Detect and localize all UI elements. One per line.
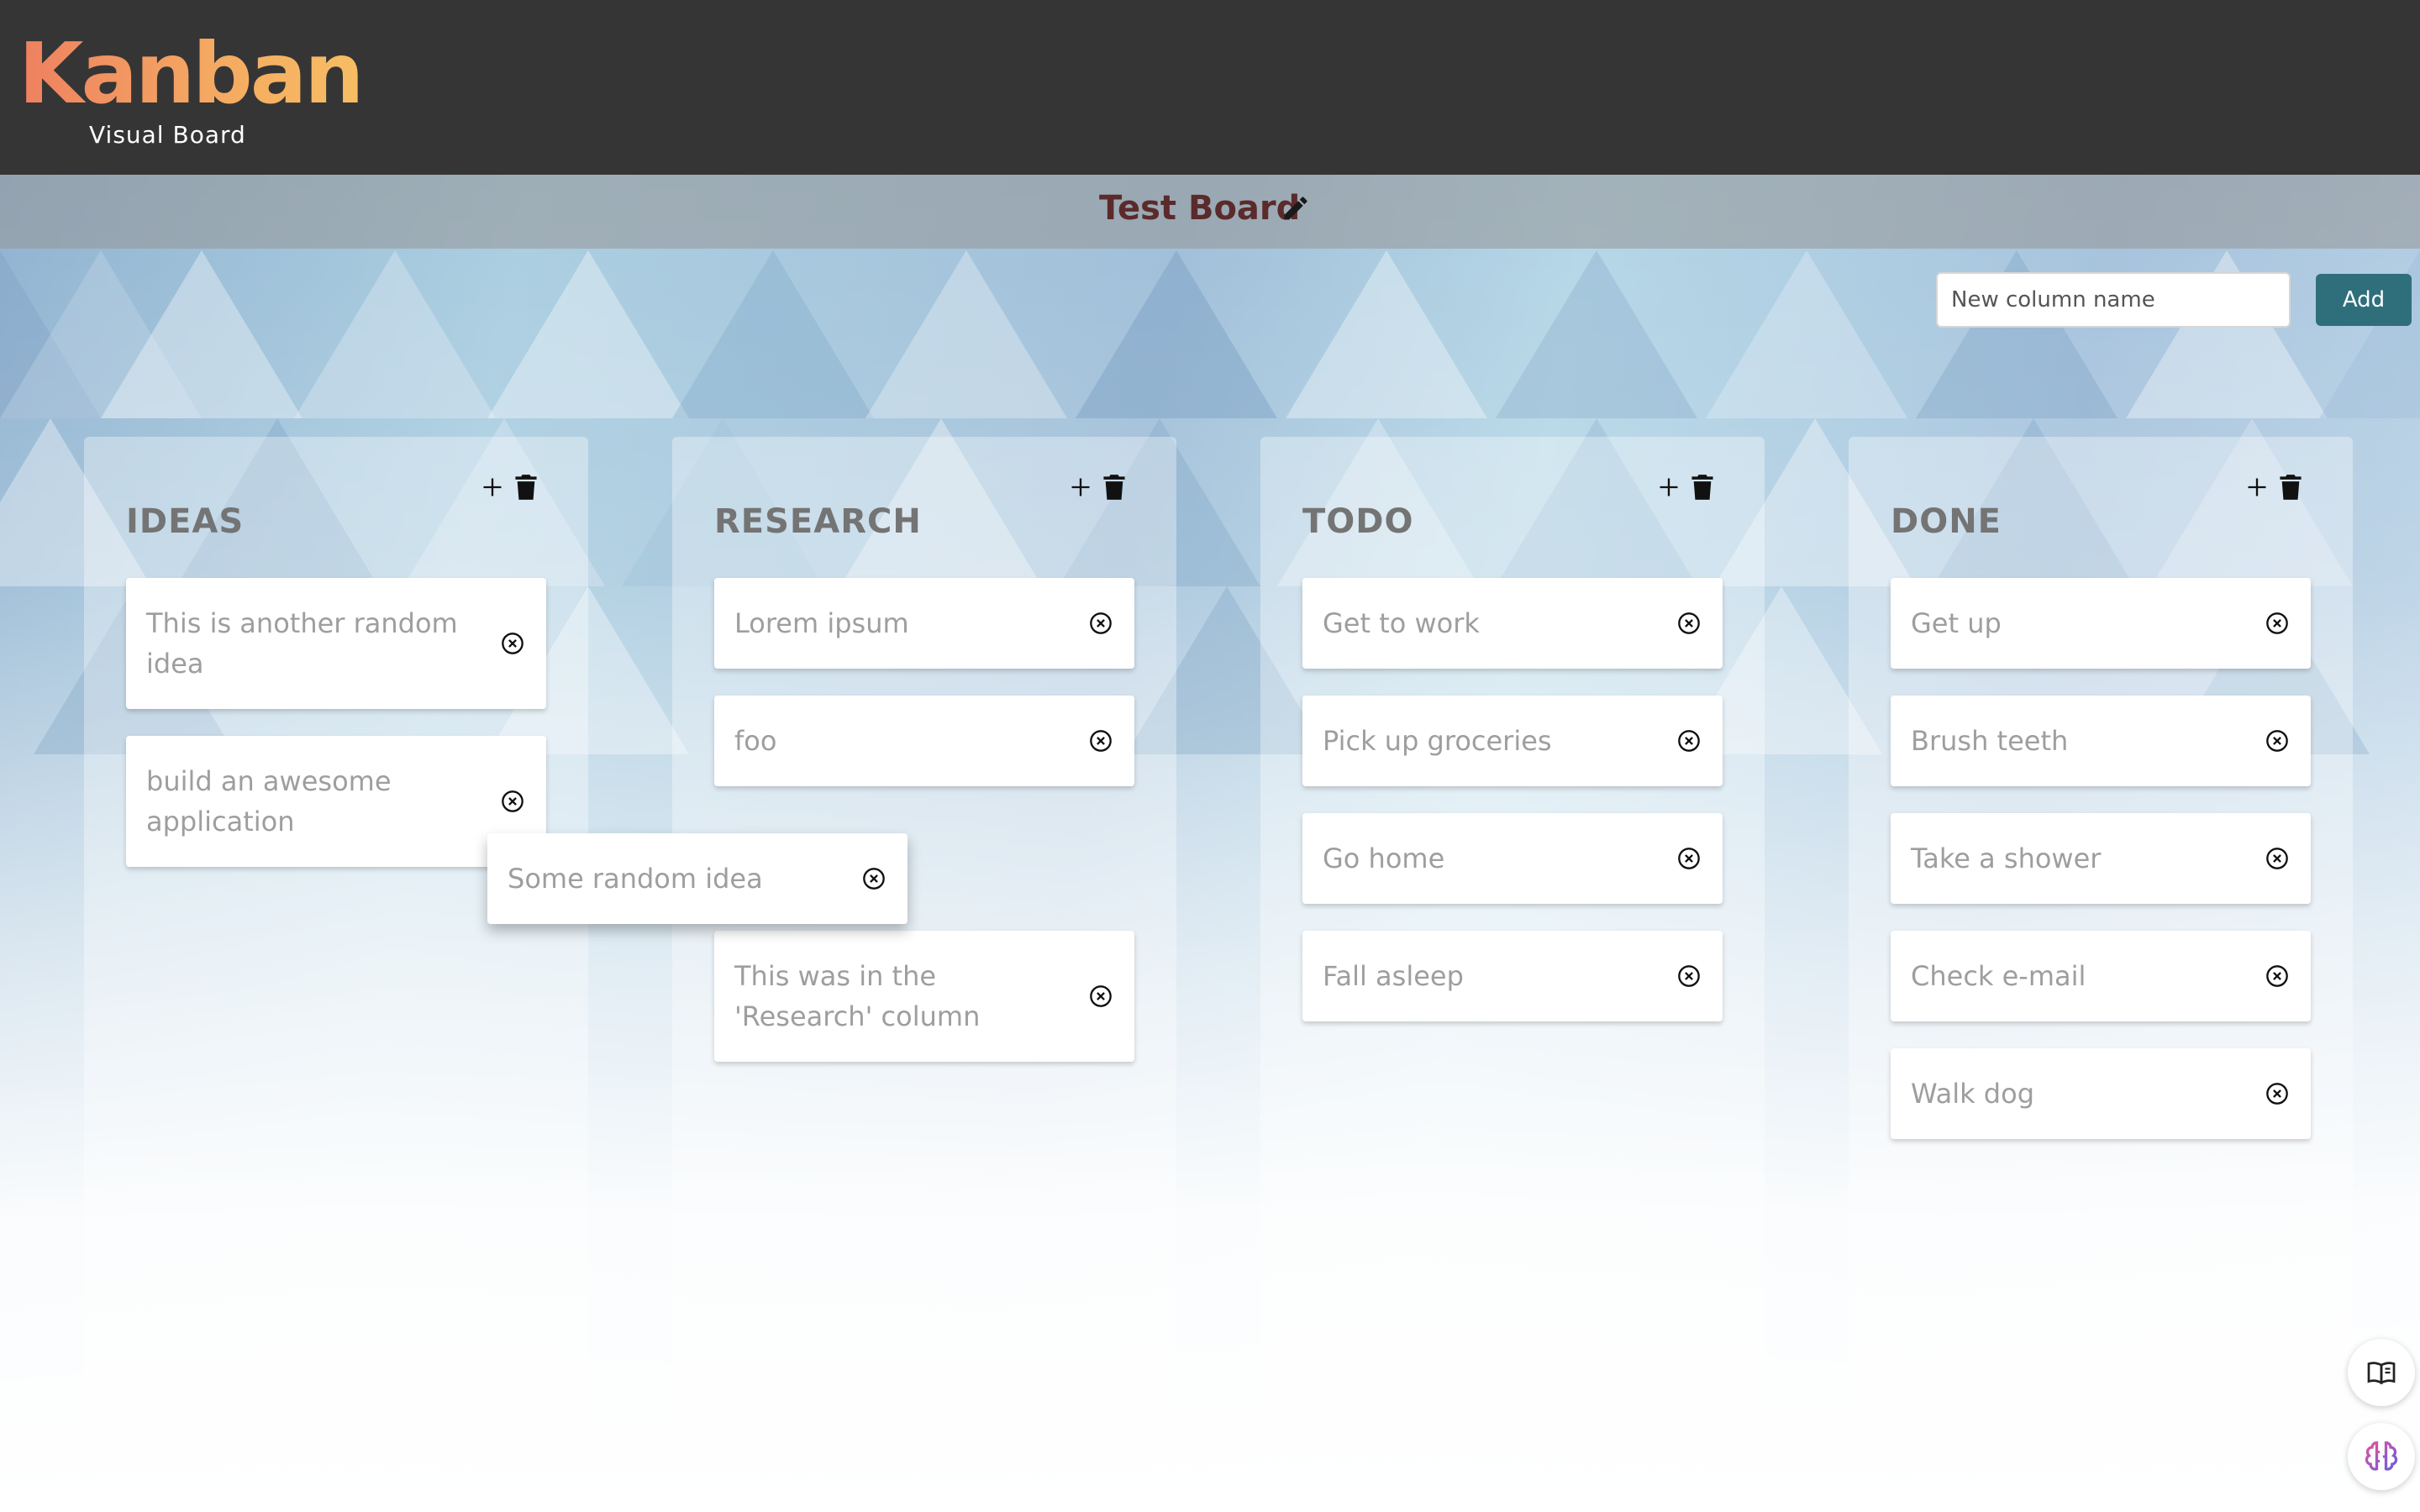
card[interactable]: Fall asleep <box>1302 931 1723 1021</box>
card[interactable]: Walk dog <box>1891 1048 2311 1139</box>
card-text: build an awesome application <box>146 765 392 837</box>
card[interactable]: build an awesome application <box>126 736 546 867</box>
card[interactable]: foo <box>714 696 1134 786</box>
card-text: Check e-mail <box>1911 960 2086 992</box>
card-text: Get up <box>1911 607 2002 639</box>
close-circle-icon[interactable] <box>501 790 524 813</box>
column-title: TODO <box>1302 502 1414 541</box>
close-circle-icon[interactable] <box>2265 612 2289 635</box>
plus-icon[interactable] <box>1069 475 1092 499</box>
card-text: Go home <box>1323 843 1445 874</box>
card[interactable]: Get to work <box>1302 578 1723 669</box>
card-text: Lorem ipsum <box>734 607 909 639</box>
card[interactable]: This is another random idea <box>126 578 546 709</box>
card[interactable]: Brush teeth <box>1891 696 2311 786</box>
card-text: Fall asleep <box>1323 960 1464 992</box>
card[interactable]: Lorem ipsum <box>714 578 1134 669</box>
board-title[interactable]: Test Board <box>1099 186 1300 230</box>
new-column-input[interactable] <box>1936 272 2291 328</box>
card[interactable]: Go home <box>1302 813 1723 904</box>
dragging-card[interactable]: Some random idea <box>487 833 908 924</box>
close-circle-icon[interactable] <box>1677 964 1701 988</box>
trash-icon[interactable] <box>2279 474 2302 501</box>
close-circle-icon[interactable] <box>1089 612 1113 635</box>
close-circle-icon[interactable] <box>1677 847 1701 870</box>
card-text: Brush teeth <box>1911 725 2069 757</box>
card-text: Take a shower <box>1911 843 2102 874</box>
trash-icon[interactable] <box>514 474 538 501</box>
card[interactable]: Get up <box>1891 578 2311 669</box>
trash-icon[interactable] <box>1691 474 1714 501</box>
column-research: RESEARCH Lorem ipsum foo This was in the… <box>672 437 1176 1428</box>
close-circle-icon[interactable] <box>2265 964 2289 988</box>
card-text: This was in the 'Research' column <box>734 960 981 1032</box>
card-text: Walk dog <box>1911 1078 2034 1110</box>
brain-icon <box>2365 1441 2398 1471</box>
trash-icon[interactable] <box>1102 474 1126 501</box>
close-circle-icon[interactable] <box>862 867 886 890</box>
close-circle-icon[interactable] <box>2265 847 2289 870</box>
close-circle-icon[interactable] <box>1089 984 1113 1008</box>
card-text: Pick up groceries <box>1323 725 1552 757</box>
card[interactable]: Pick up groceries <box>1302 696 1723 786</box>
column-done: DONE Get up Brush teeth Take a shower Ch… <box>1849 437 2353 1428</box>
plus-icon[interactable] <box>1657 475 1681 499</box>
card-text: foo <box>734 725 777 757</box>
column-title: IDEAS <box>126 502 245 541</box>
add-column-button[interactable]: Add <box>2316 274 2412 326</box>
close-circle-icon[interactable] <box>1089 729 1113 753</box>
assistant-button[interactable] <box>2348 1423 2415 1490</box>
pencil-icon[interactable] <box>1281 193 1311 223</box>
logo: Kanban <box>18 24 364 123</box>
close-circle-icon[interactable] <box>2265 1082 2289 1105</box>
card-text: Some random idea <box>508 863 763 895</box>
card[interactable]: This was in the 'Research' column <box>714 931 1134 1062</box>
reader-button[interactable] <box>2348 1339 2415 1406</box>
card[interactable]: Check e-mail <box>1891 931 2311 1021</box>
plus-icon[interactable] <box>481 475 504 499</box>
column-title: RESEARCH <box>714 502 922 541</box>
close-circle-icon[interactable] <box>2265 729 2289 753</box>
book-icon <box>2367 1362 2396 1385</box>
column-todo: TODO Get to work Pick up groceries Go ho… <box>1260 437 1765 1428</box>
close-circle-icon[interactable] <box>1677 729 1701 753</box>
close-circle-icon[interactable] <box>1677 612 1701 635</box>
column-title: DONE <box>1891 502 2002 541</box>
card-text: Get to work <box>1323 607 1480 639</box>
plus-icon[interactable] <box>2245 475 2269 499</box>
close-circle-icon[interactable] <box>501 632 524 655</box>
card[interactable]: Take a shower <box>1891 813 2311 904</box>
app-header: Kanban Visual Board <box>0 0 2420 175</box>
card-text: This is another random idea <box>146 607 458 680</box>
logo-subtitle: Visual Board <box>89 121 246 149</box>
column-ideas: IDEAS This is another random idea build … <box>84 437 588 1428</box>
